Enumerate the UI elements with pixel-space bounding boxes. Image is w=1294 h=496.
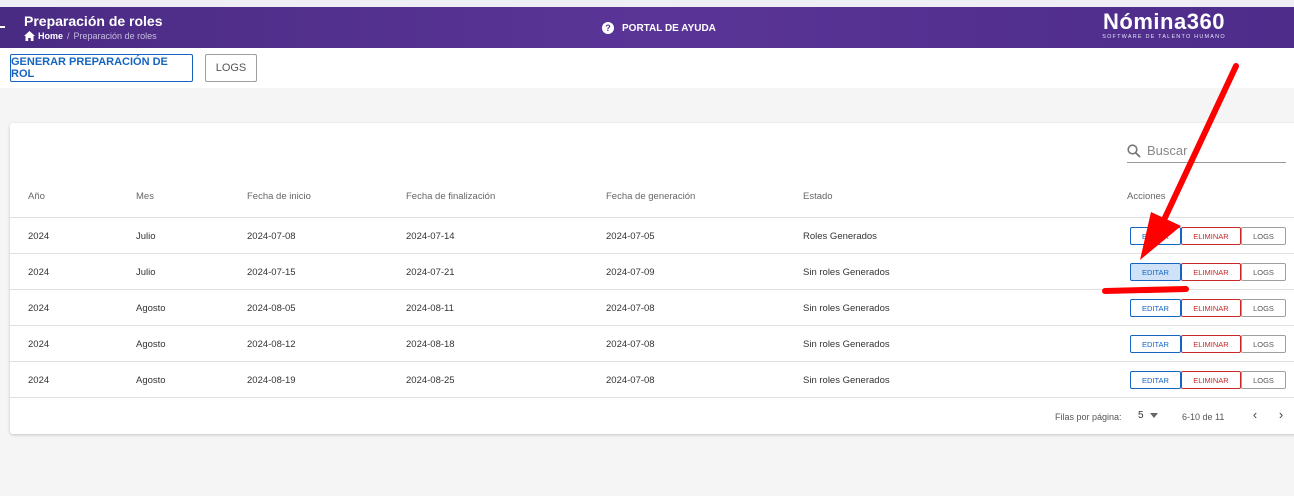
cell-mes: Agosto (136, 375, 166, 386)
brand-name: Nómina360 (1103, 9, 1225, 34)
table-row: 2024 Julio 2024-07-15 2024-07-21 2024-07… (10, 254, 1294, 290)
brand-logo: Nómina360 SOFTWARE DE TALENTO HUMANO (1094, 9, 1234, 41)
help-portal-label: PORTAL DE AYUDA (622, 22, 716, 34)
table-row: 2024 Agosto 2024-08-05 2024-08-11 2024-0… (10, 290, 1294, 326)
breadcrumb-separator: / (67, 31, 70, 41)
breadcrumb-home-label: Home (38, 31, 64, 41)
cell-fecha-inicio: 2024-07-15 (247, 267, 296, 278)
col-acciones: Acciones (1127, 191, 1166, 202)
toolbar: GENERAR PREPARACIÓN DE ROL LOGS (0, 48, 1294, 88)
row-logs-button[interactable]: LOGS (1241, 335, 1286, 353)
delete-button[interactable]: ELIMINAR (1181, 263, 1241, 281)
delete-button[interactable]: ELIMINAR (1181, 335, 1241, 353)
top-strip (0, 0, 1294, 7)
cell-mes: Agosto (136, 303, 166, 314)
cell-fecha-fin: 2024-07-14 (406, 231, 455, 242)
cell-mes: Julio (136, 267, 156, 278)
row-logs-button[interactable]: LOGS (1241, 263, 1286, 281)
cell-estado: Sin roles Generados (803, 267, 890, 278)
chevron-right-icon[interactable]: › (1274, 407, 1288, 422)
page-title: Preparación de roles (24, 13, 163, 29)
delete-button[interactable]: ELIMINAR (1181, 227, 1241, 245)
chevron-left-icon[interactable]: ‹ (1248, 407, 1262, 422)
search-input[interactable] (1147, 143, 1277, 158)
cell-anio: 2024 (28, 339, 50, 350)
roles-table-card: Año Mes Fecha de inicio Fecha de finaliz… (10, 123, 1294, 434)
app-header: Preparación de roles Home / Preparación … (0, 7, 1294, 48)
edit-button[interactable]: EDITAR (1130, 263, 1181, 281)
edit-button[interactable]: EDITAR (1130, 299, 1181, 317)
cell-fecha-generacion: 2024-07-05 (606, 231, 655, 242)
cell-estado: Sin roles Generados (803, 303, 890, 314)
table-header: Año Mes Fecha de inicio Fecha de finaliz… (10, 185, 1294, 218)
search-icon (1127, 143, 1141, 158)
home-icon (24, 31, 35, 41)
cell-anio: 2024 (28, 375, 50, 386)
brand-tagline: SOFTWARE DE TALENTO HUMANO (1102, 34, 1226, 40)
generate-role-button[interactable]: GENERAR PREPARACIÓN DE ROL (10, 54, 193, 82)
cell-estado: Sin roles Generados (803, 375, 890, 386)
col-mes: Mes (136, 191, 154, 202)
cell-fecha-inicio: 2024-08-19 (247, 375, 296, 386)
delete-button[interactable]: ELIMINAR (1181, 299, 1241, 317)
row-logs-button[interactable]: LOGS (1241, 227, 1286, 245)
cell-fecha-inicio: 2024-07-08 (247, 231, 296, 242)
help-icon: ? (602, 22, 614, 34)
chevron-down-icon (1149, 413, 1158, 418)
col-fecha-finalizacion: Fecha de finalización (406, 191, 496, 202)
row-logs-button[interactable]: LOGS (1241, 371, 1286, 389)
cell-fecha-generacion: 2024-07-08 (606, 339, 655, 350)
breadcrumb: Home / Preparación de roles (24, 31, 157, 41)
breadcrumb-home[interactable]: Home (24, 31, 63, 41)
edit-button[interactable]: EDITAR (1130, 371, 1181, 389)
cell-estado: Sin roles Generados (803, 339, 890, 350)
menu-toggle-icon[interactable] (0, 26, 5, 28)
cell-fecha-inicio: 2024-08-12 (247, 339, 296, 350)
cell-fecha-generacion: 2024-07-08 (606, 303, 655, 314)
logs-button[interactable]: LOGS (205, 54, 257, 82)
cell-estado: Roles Generados (803, 231, 877, 242)
rows-per-page-value: 5 (1138, 410, 1144, 421)
cell-fecha-fin: 2024-08-11 (406, 303, 454, 314)
col-estado: Estado (803, 191, 833, 202)
help-portal-link[interactable]: ? PORTAL DE AYUDA (602, 22, 716, 34)
rows-per-page-select[interactable]: 5 (1138, 410, 1158, 421)
search-box[interactable] (1127, 139, 1286, 163)
cell-fecha-fin: 2024-07-21 (406, 267, 455, 278)
breadcrumb-current: Preparación de roles (73, 31, 157, 41)
edit-button[interactable]: EDITAR (1130, 335, 1181, 353)
cell-fecha-fin: 2024-08-25 (406, 375, 455, 386)
cell-fecha-fin: 2024-08-18 (406, 339, 455, 350)
edit-button[interactable]: EDITAR (1130, 227, 1181, 245)
rows-per-page-label: Filas por página: (1055, 412, 1122, 422)
cell-mes: Agosto (136, 339, 166, 350)
cell-fecha-inicio: 2024-08-05 (247, 303, 296, 314)
cell-anio: 2024 (28, 303, 50, 314)
cell-anio: 2024 (28, 267, 50, 278)
col-fecha-generacion: Fecha de generación (606, 191, 696, 202)
col-anio: Año (28, 191, 45, 202)
cell-mes: Julio (136, 231, 156, 242)
row-logs-button[interactable]: LOGS (1241, 299, 1286, 317)
pagination-range: 6-10 de 11 (1182, 412, 1225, 422)
table-row: 2024 Agosto 2024-08-19 2024-08-25 2024-0… (10, 362, 1294, 398)
table-row: 2024 Agosto 2024-08-12 2024-08-18 2024-0… (10, 326, 1294, 362)
cell-fecha-generacion: 2024-07-08 (606, 375, 655, 386)
table-row: 2024 Julio 2024-07-08 2024-07-14 2024-07… (10, 218, 1294, 254)
delete-button[interactable]: ELIMINAR (1181, 371, 1241, 389)
cell-anio: 2024 (28, 231, 50, 242)
col-fecha-inicio: Fecha de inicio (247, 191, 311, 202)
cell-fecha-generacion: 2024-07-09 (606, 267, 655, 278)
table-pagination: Filas por página: 5 6-10 de 11 ‹ › (10, 398, 1294, 434)
